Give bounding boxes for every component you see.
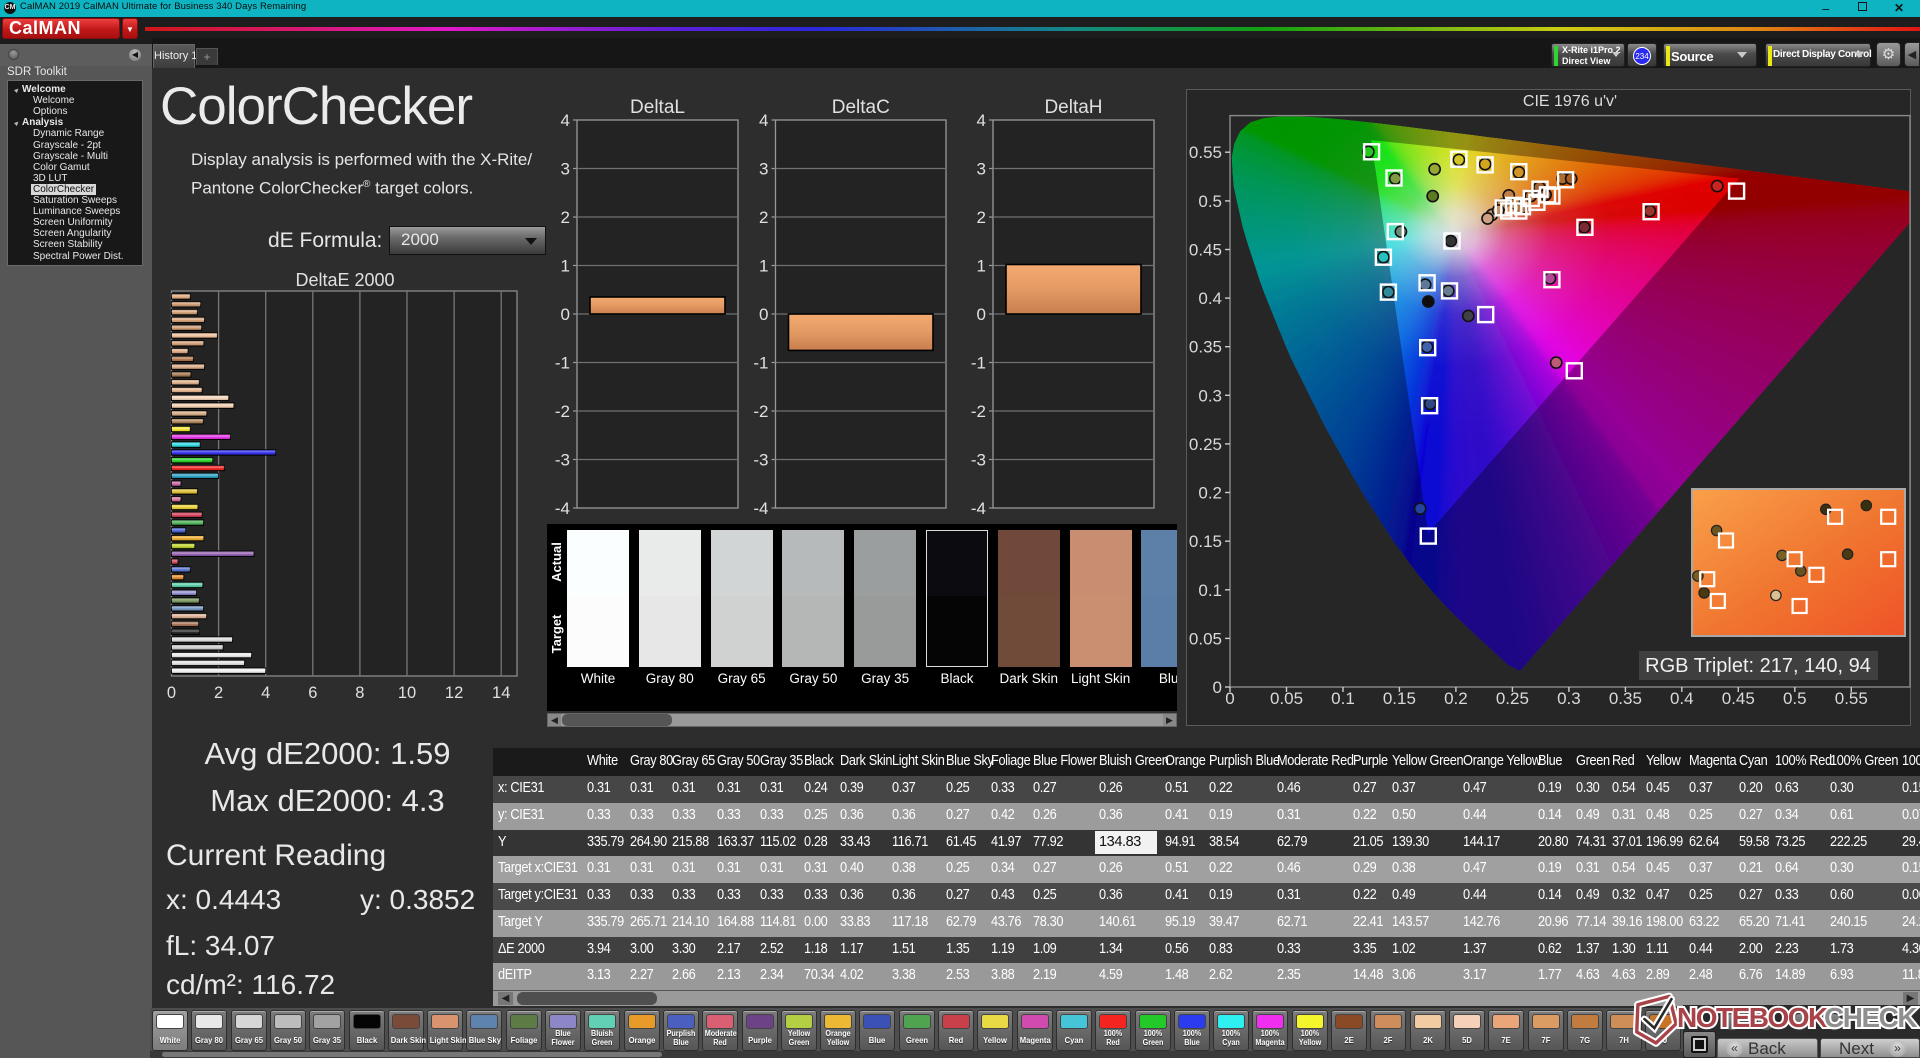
svg-text:0.4: 0.4 (1198, 289, 1222, 308)
svg-text:RGB Triplet: 217, 140, 94: RGB Triplet: 217, 140, 94 (1645, 655, 1871, 677)
svg-text:0: 0 (1213, 678, 1222, 697)
svg-text:0.5: 0.5 (1198, 192, 1222, 211)
svg-text:0.15: 0.15 (1189, 532, 1222, 551)
svg-text:0.55: 0.55 (1189, 143, 1222, 162)
svg-text:0.35: 0.35 (1189, 338, 1222, 357)
svg-text:0.45: 0.45 (1189, 241, 1222, 260)
svg-text:CHECK: CHECK (1824, 1002, 1917, 1033)
svg-text:0.3: 0.3 (1198, 386, 1222, 405)
svg-text:NOTEBOOK: NOTEBOOK (1677, 1002, 1828, 1033)
svg-text:0.05: 0.05 (1189, 629, 1222, 648)
svg-text:0.1: 0.1 (1198, 581, 1222, 600)
svg-text:0.25: 0.25 (1189, 435, 1222, 454)
svg-text:0.2: 0.2 (1198, 484, 1222, 503)
